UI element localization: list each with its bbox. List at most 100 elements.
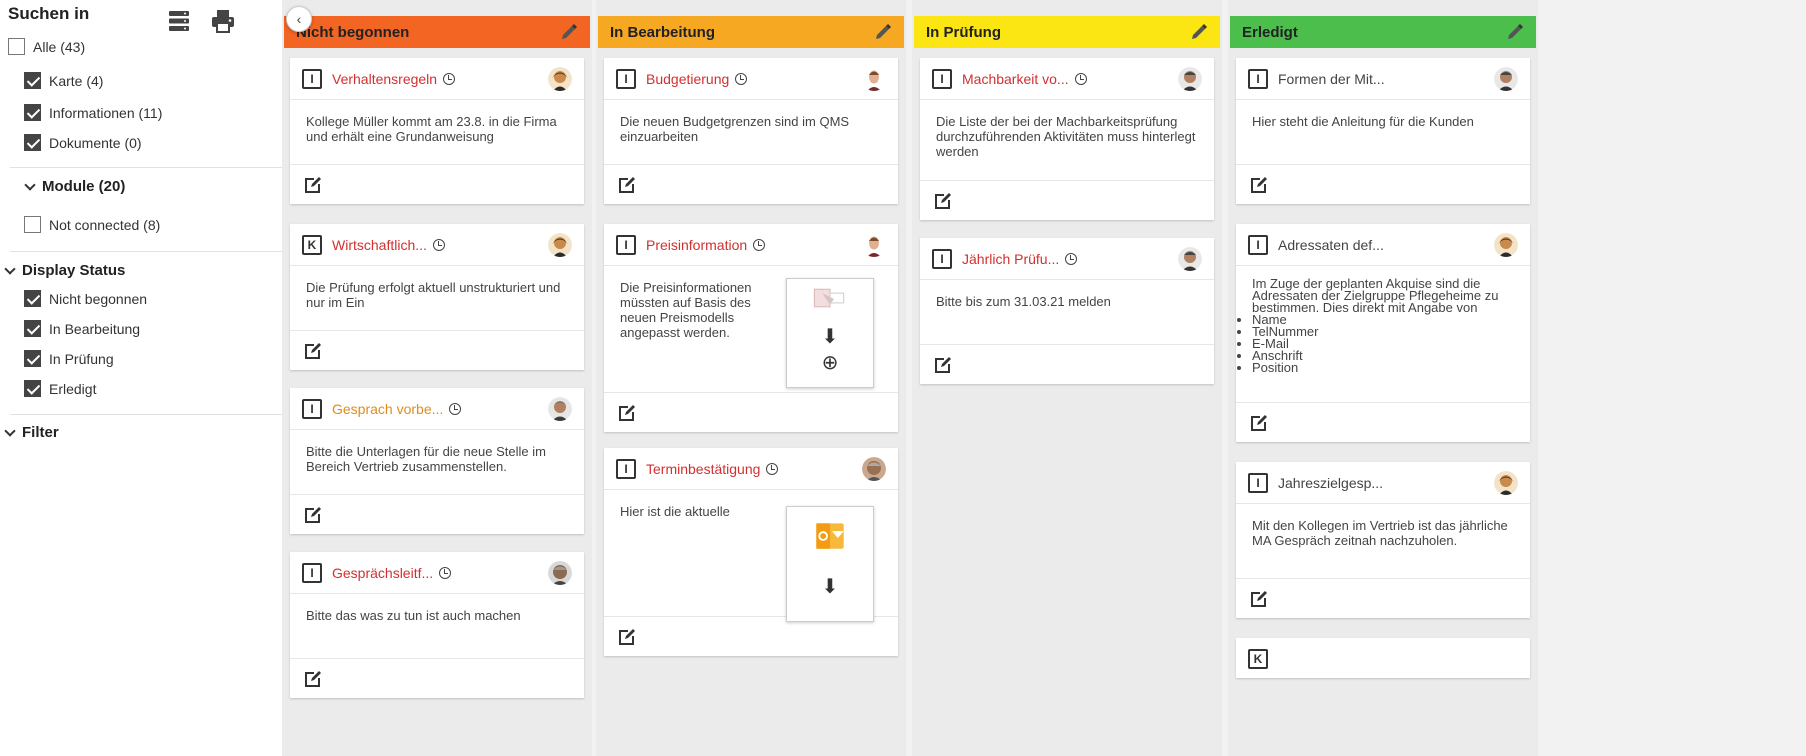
card-title[interactable]: Gesprach vorbe... <box>332 401 443 417</box>
column-header: Nicht begonnen <box>284 16 590 48</box>
checkbox[interactable] <box>24 134 41 151</box>
chevron-down-icon <box>4 262 16 275</box>
card[interactable]: I Gesprächsleitf... Bitte das was zu tun… <box>290 552 584 698</box>
filter-karte[interactable]: Karte (4) <box>24 72 103 89</box>
edit-note-icon[interactable] <box>302 174 324 196</box>
card[interactable]: I Verhaltensregeln Kollege Müller kommt … <box>290 58 584 204</box>
display-status-header-label: Display Status <box>22 262 126 279</box>
status-label: In Prüfung <box>49 350 114 367</box>
modules-header[interactable]: Module (20) <box>24 178 126 195</box>
edit-note-icon[interactable] <box>932 354 954 376</box>
edit-note-icon[interactable] <box>616 174 638 196</box>
attachment-preview[interactable]: ⬇ <box>786 506 874 622</box>
chevron-left-icon[interactable]: ‹ <box>286 6 312 32</box>
card-title[interactable]: Budgetierung <box>646 71 729 87</box>
avatar <box>1494 66 1518 91</box>
filter-informationen[interactable]: Informationen (11) <box>24 104 162 121</box>
card-type-badge: I <box>616 458 636 479</box>
status-in-bearbeitung[interactable]: In Bearbeitung <box>24 320 140 337</box>
modules-header-label: Module (20) <box>42 178 126 195</box>
edit-note-icon[interactable] <box>932 190 954 212</box>
card-title[interactable]: Adressaten def... <box>1278 237 1384 253</box>
divider <box>10 251 286 252</box>
checkbox[interactable] <box>24 290 41 307</box>
chevron-down-icon <box>4 424 16 437</box>
avatar <box>548 396 572 421</box>
pencil-icon[interactable] <box>874 23 892 41</box>
card-title[interactable]: Verhaltensregeln <box>332 71 437 87</box>
download-icon[interactable]: ⬇ <box>787 572 873 602</box>
column-title: Nicht begonnen <box>296 23 410 41</box>
clock-icon <box>1074 72 1087 85</box>
card[interactable]: I Formen der Mit... Hier steht die Anlei… <box>1236 58 1530 204</box>
pencil-icon[interactable] <box>560 23 578 41</box>
chevron-down-icon <box>24 178 36 191</box>
attachment-preview[interactable]: ⬇ ⊕ <box>786 278 874 388</box>
edit-note-icon[interactable] <box>302 668 324 690</box>
edit-note-icon[interactable] <box>1248 412 1270 434</box>
download-icon[interactable]: ⬇ <box>787 324 873 350</box>
edit-note-icon[interactable] <box>302 340 324 362</box>
card[interactable]: I Gesprach vorbe... Bitte die Unterlagen… <box>290 388 584 534</box>
card[interactable]: I Preisinformation Die Preisinformatione… <box>604 224 898 432</box>
checkbox[interactable] <box>24 216 41 233</box>
divider <box>10 167 286 168</box>
card-title[interactable]: Formen der Mit... <box>1278 71 1385 87</box>
checkbox[interactable] <box>8 38 25 55</box>
pencil-icon[interactable] <box>1190 23 1208 41</box>
checkbox[interactable] <box>24 380 41 397</box>
card-title[interactable]: Gesprächsleitf... <box>332 565 433 581</box>
printer-icon[interactable] <box>210 8 236 34</box>
checkbox[interactable] <box>24 72 41 89</box>
card-title[interactable]: Jährlich Prüfu... <box>962 251 1059 267</box>
status-in-pruefung[interactable]: In Prüfung <box>24 350 114 367</box>
filter-not-connected[interactable]: Not connected (8) <box>24 216 160 233</box>
clock-icon <box>735 72 748 85</box>
card[interactable]: I Adressaten def... Im Zuge der geplante… <box>1236 224 1530 442</box>
card-title[interactable]: Preisinformation <box>646 237 747 253</box>
avatar <box>548 560 572 585</box>
zoom-in-icon[interactable]: ⊕ <box>787 350 873 376</box>
clock-icon <box>1065 252 1078 265</box>
edit-note-icon[interactable] <box>616 626 638 648</box>
status-nicht-begonnen[interactable]: Nicht begonnen <box>24 290 147 307</box>
card-title[interactable]: Machbarkeit vo... <box>962 71 1069 87</box>
card[interactable]: I Jahreszielgesp... Mit den Kollegen im … <box>1236 462 1530 618</box>
card[interactable]: I Machbarkeit vo... Die Liste der bei de… <box>920 58 1214 220</box>
card-type-badge: I <box>302 68 322 89</box>
edit-note-icon[interactable] <box>616 402 638 424</box>
column-header: In Bearbeitung <box>598 16 904 48</box>
edit-note-icon[interactable] <box>1248 588 1270 610</box>
filter-header[interactable]: Filter <box>4 424 59 441</box>
filter-dokumente-label: Dokumente (0) <box>49 134 142 151</box>
avatar <box>1494 232 1518 257</box>
edit-note-icon[interactable] <box>1248 174 1270 196</box>
card-title[interactable]: Wirtschaftlich... <box>332 237 427 253</box>
card-type-badge: I <box>1248 68 1268 89</box>
card-title[interactable]: Jahreszielgesp... <box>1278 475 1383 491</box>
card-type-badge: I <box>616 68 636 89</box>
card[interactable]: I Budgetierung Die neuen Budgetgrenzen s… <box>604 58 898 204</box>
card-title[interactable]: Terminbestätigung <box>646 461 760 477</box>
card[interactable]: K <box>1236 638 1530 678</box>
checkbox[interactable] <box>24 320 41 337</box>
card-body: Im Zuge der geplanten Akquise sind die A… <box>1236 266 1530 402</box>
card[interactable]: I Jährlich Prüfu... Bitte bis zum 31.03.… <box>920 238 1214 384</box>
filter-informationen-label: Informationen (11) <box>49 104 163 121</box>
column-in-pruefung: In Prüfung I Machbarkeit vo... Die Liste… <box>912 0 1222 756</box>
column-header: In Prüfung <box>914 16 1220 48</box>
clock-icon <box>766 462 779 475</box>
checkbox[interactable] <box>24 350 41 367</box>
card[interactable]: I Terminbestätigung Hier ist die aktuell… <box>604 448 898 656</box>
display-status-header[interactable]: Display Status <box>4 262 126 279</box>
layout-icon[interactable] <box>166 8 192 34</box>
status-erledigt[interactable]: Erledigt <box>24 380 96 397</box>
card-body: Hier steht die Anleitung für die Kunden <box>1252 114 1474 129</box>
column-nicht-begonnen: Nicht begonnen I Verhaltensregeln Kolleg… <box>282 0 592 756</box>
card[interactable]: K Wirtschaftlich... Die Prüfung erfolgt … <box>290 224 584 370</box>
filter-dokumente[interactable]: Dokumente (0) <box>24 134 142 151</box>
pencil-icon[interactable] <box>1506 23 1524 41</box>
edit-note-icon[interactable] <box>302 504 324 526</box>
filter-all[interactable]: Alle (43) <box>8 38 85 55</box>
checkbox[interactable] <box>24 104 41 121</box>
